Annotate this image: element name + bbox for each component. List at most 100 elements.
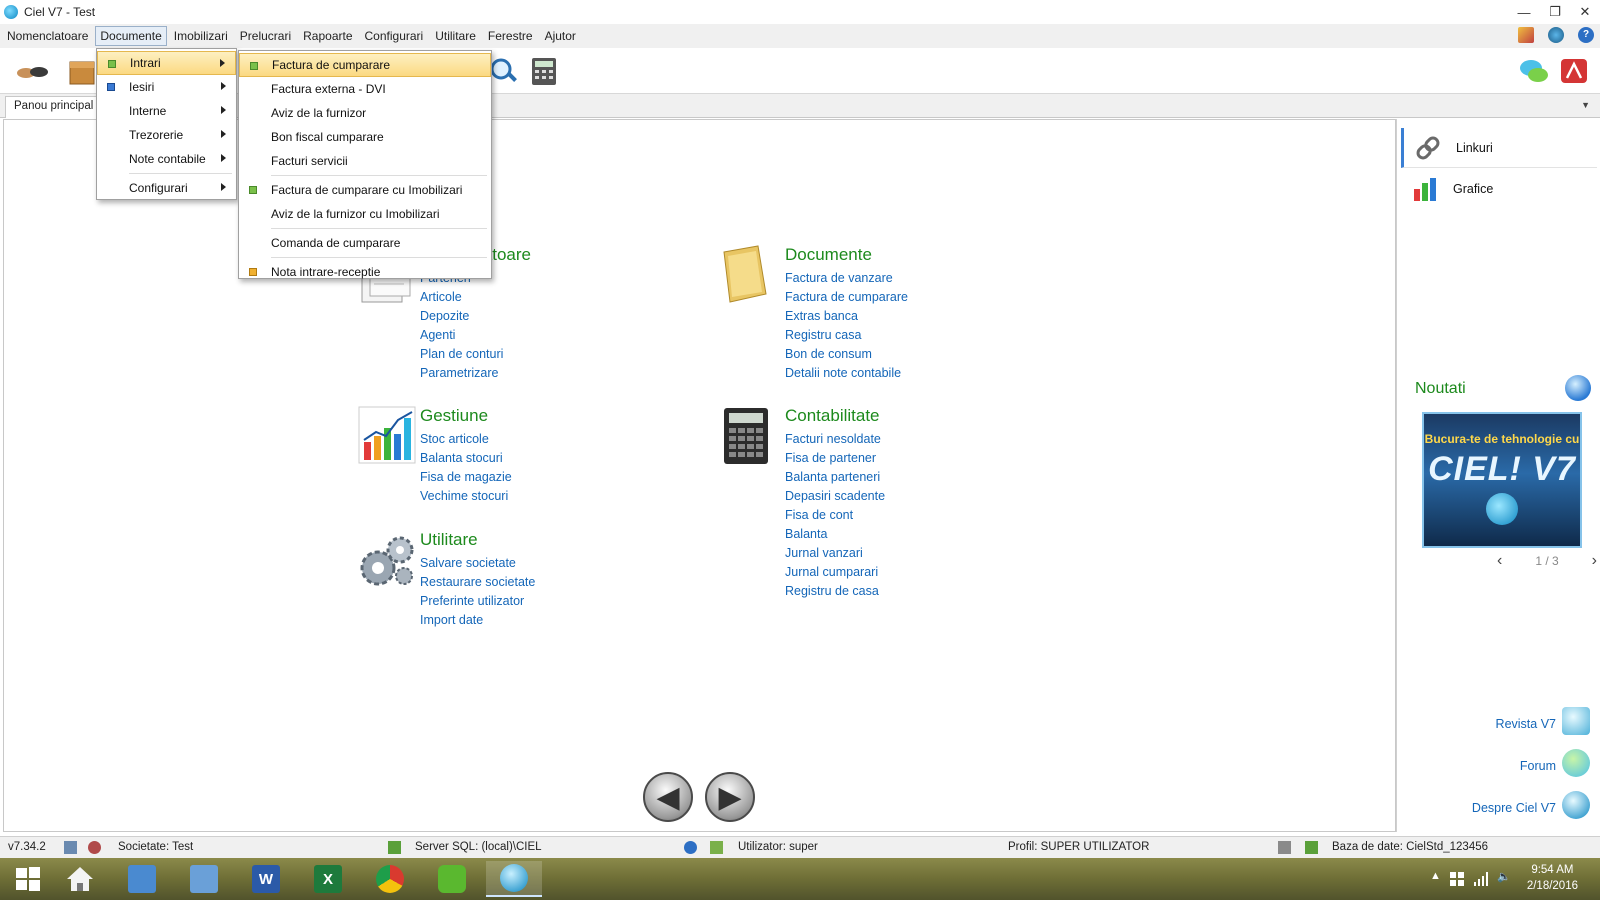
link-bon-de-consum[interactable]: Bon de consum — [785, 345, 908, 364]
taskbar-wechat[interactable] — [424, 861, 480, 897]
tray-expand-icon[interactable]: ▲ — [1430, 870, 1441, 882]
sub-item-facturi-servicii[interactable]: Facturi servicii — [239, 149, 491, 173]
sub-item-bon-fiscal-cumparare[interactable]: Bon fiscal cumparare — [239, 125, 491, 149]
acrobat-icon[interactable] — [1558, 56, 1590, 86]
sub-item-comanda-de-cumparare[interactable]: Comanda de cumparare — [239, 231, 491, 255]
link-forum[interactable]: Forum — [1520, 759, 1556, 773]
link-articole[interactable]: Articole — [420, 288, 531, 307]
section-title-gestiune[interactable]: Gestiune — [420, 406, 512, 426]
dd-item-trezorerie[interactable]: Trezorerie — [97, 123, 236, 147]
box-icon[interactable] — [66, 56, 98, 86]
taskbar-excel[interactable]: X — [300, 861, 356, 897]
sub-item-factura-de-cumparare[interactable]: Factura de cumparare — [239, 53, 491, 77]
link-depasiri-scadente[interactable]: Depasiri scadente — [785, 487, 885, 506]
link-registru-casa[interactable]: Registru casa — [785, 326, 908, 345]
link-fisa-de-partener[interactable]: Fisa de partener — [785, 449, 885, 468]
link-fisa-de-cont[interactable]: Fisa de cont — [785, 506, 885, 525]
link-vechime-stocuri[interactable]: Vechime stocuri — [420, 487, 512, 506]
help-icon[interactable]: ? — [1578, 27, 1594, 43]
link-import-date[interactable]: Import date — [420, 611, 535, 630]
news-banner[interactable]: Bucura-te de tehnologie cu CIEL! V7 — [1422, 412, 1582, 548]
ciel-globe-icon[interactable] — [1562, 791, 1590, 819]
start-button[interactable] — [0, 861, 56, 897]
taskbar-chrome[interactable] — [362, 861, 418, 897]
section-title-contabilitate[interactable]: Contabilitate — [785, 406, 885, 426]
back-arrow-button[interactable]: ◀ — [643, 772, 693, 822]
link-fisa-de-magazie[interactable]: Fisa de magazie — [420, 468, 512, 487]
minimize-button[interactable]: — — [1509, 0, 1539, 24]
link-salvare-societate[interactable]: Salvare societate — [420, 554, 535, 573]
link-balanta-parteneri[interactable]: Balanta parteneri — [785, 468, 885, 487]
menu-utilitare[interactable]: Utilitare — [430, 26, 481, 46]
link-agenti[interactable]: Agenti — [420, 326, 531, 345]
section-title-utilitare[interactable]: Utilitare — [420, 530, 535, 550]
sub-item-aviz-furnizor-imobilizari[interactable]: Aviz de la furnizor cu Imobilizari — [239, 202, 491, 226]
menu-ajutor[interactable]: Ajutor — [540, 26, 581, 46]
handshake-icon[interactable] — [14, 56, 50, 86]
dd-item-iesiri[interactable]: Iesiri — [97, 75, 236, 99]
link-factura-de-vanzare[interactable]: Factura de vanzare — [785, 269, 908, 288]
forum-bubbles-icon[interactable] — [1562, 749, 1590, 777]
link-despre-ciel[interactable]: Despre Ciel V7 — [1472, 801, 1556, 815]
sub-item-factura-cumparare-imobilizari[interactable]: Factura de cumparare cu Imobilizari — [239, 178, 491, 202]
menu-documente[interactable]: Documente — [95, 26, 167, 46]
volume-icon[interactable]: 🔈 — [1497, 870, 1511, 883]
link-balanta[interactable]: Balanta — [785, 525, 885, 544]
dd-item-interne[interactable]: Interne — [97, 99, 236, 123]
restore-button[interactable]: ❐ — [1540, 0, 1570, 24]
link-restaurare-societate[interactable]: Restaurare societate — [420, 573, 535, 592]
update-icon[interactable] — [1548, 27, 1564, 43]
calculator-icon[interactable] — [528, 56, 560, 86]
sub-item-aviz-de-la-furnizor[interactable]: Aviz de la furnizor — [239, 101, 491, 125]
link-parametrizare[interactable]: Parametrizare — [420, 364, 531, 383]
tab-panou-principal[interactable]: Panou principal — [5, 96, 103, 118]
sub-item-nota-intrare-receptie[interactable]: Nota intrare-receptie — [239, 260, 491, 284]
forward-arrow-button[interactable]: ▶ — [705, 772, 755, 822]
link-plan-de-conturi[interactable]: Plan de conturi — [420, 345, 531, 364]
search-report-icon[interactable] — [488, 56, 520, 86]
sync-icon[interactable] — [64, 841, 77, 854]
link-stoc-articole[interactable]: Stoc articole — [420, 430, 512, 449]
sub-item-factura-externa-dvi[interactable]: Factura externa - DVI — [239, 77, 491, 101]
taskbar-home[interactable] — [52, 861, 108, 897]
link-extras-banca[interactable]: Extras banca — [785, 307, 908, 326]
link-factura-de-cumparare[interactable]: Factura de cumparare — [785, 288, 908, 307]
dd-item-note-contabile[interactable]: Note contabile — [97, 147, 236, 171]
menu-configurari[interactable]: Configurari — [360, 26, 429, 46]
user-badge-icon[interactable] — [1518, 27, 1534, 43]
link-registru-de-casa[interactable]: Registru de casa — [785, 582, 885, 601]
right-panel-grafice[interactable]: Grafice — [1401, 169, 1597, 209]
download-globe-icon[interactable] — [1565, 375, 1591, 401]
menu-rapoarte[interactable]: Rapoarte — [298, 26, 357, 46]
pager-next-icon[interactable]: › — [1592, 552, 1597, 570]
link-jurnal-cumparari[interactable]: Jurnal cumparari — [785, 563, 885, 582]
taskbar-clock[interactable]: 9:54 AM 2/18/2016 — [1527, 862, 1578, 894]
link-jurnal-vanzari[interactable]: Jurnal vanzari — [785, 544, 885, 563]
menu-ferestre[interactable]: Ferestre — [483, 26, 538, 46]
link-detalii-note-contabile[interactable]: Detalii note contabile — [785, 364, 908, 383]
taskbar-computer[interactable] — [176, 861, 232, 897]
menu-imobilizari[interactable]: Imobilizari — [169, 26, 233, 46]
link-revista-v7[interactable]: Revista V7 — [1496, 717, 1556, 731]
pager-prev-icon[interactable]: ‹ — [1497, 552, 1502, 570]
menu-nomenclatoare[interactable]: Nomenclatoare — [2, 26, 93, 46]
dd-item-configurari[interactable]: Configurari — [97, 176, 236, 200]
taskbar-ciel[interactable] — [486, 861, 542, 897]
right-panel-linkuri[interactable]: Linkuri — [1401, 128, 1597, 168]
network-icon[interactable] — [1474, 872, 1488, 886]
link-preferinte-utilizator[interactable]: Preferinte utilizator — [420, 592, 535, 611]
section-title-documente[interactable]: Documente — [785, 245, 908, 265]
close-button[interactable]: ✕ — [1570, 0, 1600, 24]
dd-item-intrari[interactable]: Intrari — [97, 51, 236, 75]
chat-bubbles-icon[interactable] — [1518, 56, 1550, 86]
tab-list-dropdown-icon[interactable]: ▼ — [1581, 100, 1590, 110]
taskbar-word[interactable]: W — [238, 861, 294, 897]
disconnect-icon[interactable] — [88, 841, 101, 854]
link-facturi-nesoldate[interactable]: Facturi nesoldate — [785, 430, 885, 449]
tray-windows-icon[interactable] — [1450, 872, 1464, 886]
revista-icon[interactable] — [1562, 707, 1590, 735]
link-balanta-stocuri[interactable]: Balanta stocuri — [420, 449, 512, 468]
menu-prelucrari[interactable]: Prelucrari — [235, 26, 296, 46]
link-depozite[interactable]: Depozite — [420, 307, 531, 326]
taskbar-control-panel[interactable] — [114, 861, 170, 897]
